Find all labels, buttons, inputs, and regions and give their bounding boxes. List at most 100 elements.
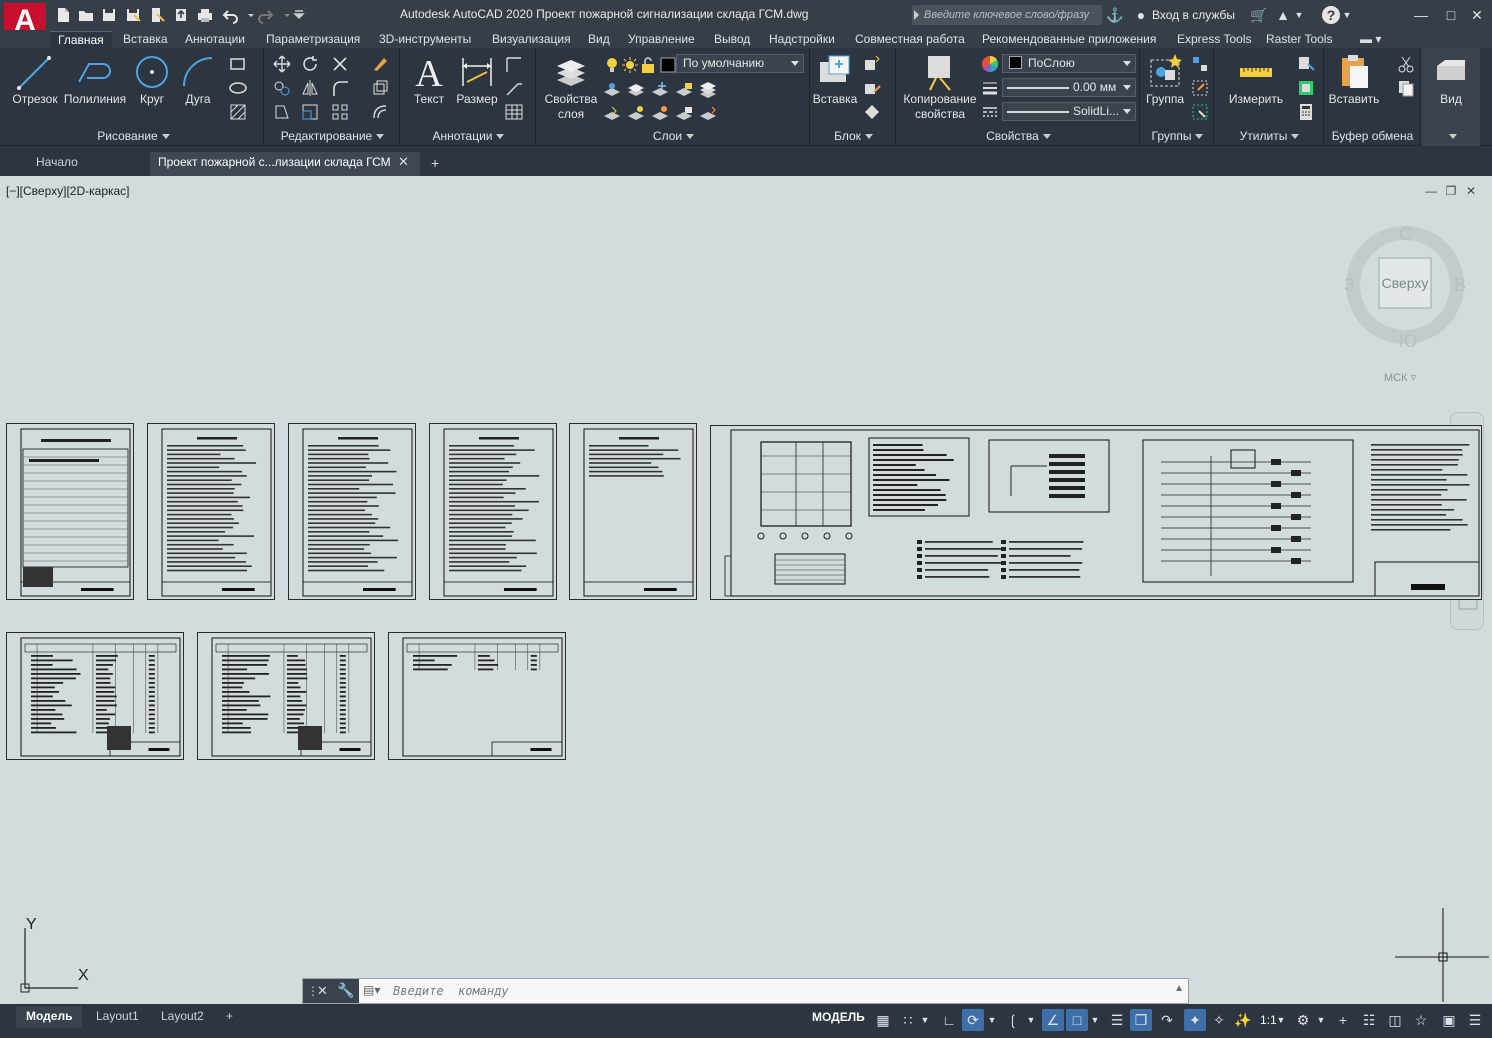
edit-block-icon[interactable] bbox=[862, 78, 882, 98]
close-command-icon[interactable]: ✕ bbox=[317, 983, 328, 999]
new-icon[interactable] bbox=[54, 6, 72, 24]
object-snap-dropdown-icon[interactable]: ▼ bbox=[1088, 1009, 1102, 1031]
panel-layers-title[interactable]: Слои bbox=[538, 128, 809, 144]
stretch-icon[interactable] bbox=[272, 102, 292, 122]
text-tool-button[interactable]: A Текст bbox=[406, 52, 452, 107]
scale-dropdown-icon[interactable]: ▼ bbox=[1274, 1009, 1288, 1031]
auto-scale-icon[interactable]: ✧ bbox=[1208, 1009, 1230, 1031]
compass-north[interactable]: С bbox=[1399, 224, 1412, 245]
view-panel-button[interactable]: Вид bbox=[1424, 52, 1478, 107]
tab-view[interactable]: Вид bbox=[580, 31, 618, 48]
file-tab-current[interactable]: Проект пожарной с...лизации склада ГСМ bbox=[150, 152, 420, 176]
annotation-visibility-icon[interactable]: ✦ bbox=[1184, 1009, 1206, 1031]
signin-button[interactable]: Вход в службы bbox=[1152, 8, 1235, 22]
layer-unlock-icon[interactable] bbox=[638, 55, 654, 73]
help-icon[interactable]: ? bbox=[1322, 6, 1340, 24]
panel-draw-title[interactable]: Рисование bbox=[4, 128, 263, 144]
layer-freeze-icon[interactable] bbox=[650, 80, 670, 100]
add-layout-icon[interactable]: + bbox=[216, 1006, 243, 1028]
undo-dropdown-icon[interactable] bbox=[242, 6, 254, 24]
viewport-restore-icon[interactable]: ❐ bbox=[1444, 185, 1458, 197]
sheet-spec-2[interactable] bbox=[197, 632, 375, 760]
array-icon[interactable] bbox=[330, 102, 350, 122]
user-icon[interactable]: ● bbox=[1132, 6, 1150, 24]
move-icon[interactable] bbox=[272, 54, 292, 74]
tab-express-tools[interactable]: Express Tools bbox=[1169, 31, 1259, 48]
annotation-scale-icon[interactable]: ✨ bbox=[1232, 1009, 1254, 1031]
quick-properties-icon[interactable]: ◫ bbox=[1384, 1009, 1406, 1031]
viewcube-face[interactable]: Сверху bbox=[1379, 275, 1431, 291]
layer-unlock-all-icon[interactable] bbox=[674, 104, 694, 124]
layout-tab-layout2[interactable]: Layout2 bbox=[151, 1006, 214, 1028]
layer-thaw-sun-icon[interactable] bbox=[620, 55, 638, 73]
selection-cycling-icon[interactable]: ↷ bbox=[1156, 1009, 1178, 1031]
command-line-handle[interactable]: ⋮ ✕ 🔧 bbox=[303, 979, 359, 1003]
ungroup-icon[interactable] bbox=[1190, 54, 1210, 74]
copy-clip-icon[interactable] bbox=[1396, 78, 1416, 98]
redo-icon[interactable] bbox=[256, 6, 274, 24]
web-mobile-icon[interactable] bbox=[148, 6, 166, 24]
sheet-3[interactable] bbox=[288, 423, 416, 600]
insert-block-button[interactable]: Вставка bbox=[812, 52, 858, 107]
viewport-minimize-icon[interactable]: — bbox=[1424, 185, 1438, 197]
rotate-icon[interactable] bbox=[300, 54, 320, 74]
tab-featured-apps[interactable]: Рекомендованные приложения bbox=[974, 31, 1164, 48]
current-layer-dropdown[interactable]: По умолчанию bbox=[676, 54, 804, 73]
leader-icon[interactable] bbox=[504, 54, 524, 74]
block-attributes-icon[interactable] bbox=[862, 102, 882, 122]
viewcube[interactable]: Сверху С Ю З В bbox=[1344, 224, 1466, 351]
color-dropdown[interactable]: ПоСлою bbox=[1002, 54, 1136, 73]
tab-output[interactable]: Вывод bbox=[706, 31, 758, 48]
tab-parametric[interactable]: Параметризация bbox=[258, 31, 368, 48]
ellipse-icon[interactable] bbox=[228, 78, 248, 98]
layer-thaw-all-icon[interactable] bbox=[650, 104, 670, 124]
viewport-close-icon[interactable]: ✕ bbox=[1464, 185, 1478, 197]
linetype-dropdown[interactable]: SolidLi... bbox=[1002, 102, 1136, 121]
panel-block-title[interactable]: Блок bbox=[812, 128, 895, 144]
panel-properties-title[interactable]: Свойства bbox=[898, 128, 1139, 144]
cut-icon[interactable] bbox=[1396, 54, 1416, 74]
panel-modify-title[interactable]: Редактирование bbox=[266, 128, 399, 144]
isolate-objects-icon[interactable]: ☆ bbox=[1410, 1009, 1432, 1031]
sheet-4[interactable] bbox=[429, 423, 557, 600]
ucs-menu[interactable]: МСК ▿ bbox=[1384, 371, 1416, 384]
save-icon[interactable] bbox=[100, 6, 118, 24]
group-edit-icon[interactable] bbox=[1190, 78, 1210, 98]
workspace-dropdown-icon[interactable]: ▼ bbox=[1314, 1009, 1328, 1031]
redo-dropdown-icon[interactable] bbox=[278, 6, 290, 24]
search-input[interactable] bbox=[924, 7, 1099, 23]
tab-visualize[interactable]: Визуализация bbox=[484, 31, 579, 48]
erase-icon[interactable] bbox=[370, 54, 390, 74]
maximize-button[interactable]: □ bbox=[1440, 5, 1462, 25]
viewport-controls[interactable]: [−][Сверху][2D-каркас] bbox=[6, 184, 130, 198]
tab-raster-tools[interactable]: Raster Tools bbox=[1258, 31, 1340, 48]
layer-on-bulb-icon[interactable] bbox=[602, 55, 618, 72]
layout-tab-layout1[interactable]: Layout1 bbox=[86, 1006, 149, 1028]
open-icon[interactable] bbox=[77, 6, 95, 24]
recent-commands-icon[interactable]: ▤▾ bbox=[363, 983, 380, 997]
save-as-icon[interactable] bbox=[124, 6, 142, 24]
tab-collaborate[interactable]: Совместная работа bbox=[847, 31, 973, 48]
customize-status-icon[interactable]: ☰ bbox=[1464, 1009, 1486, 1031]
select-all-icon[interactable] bbox=[1296, 78, 1316, 98]
panel-clipboard-title[interactable]: Буфер обмена bbox=[1326, 128, 1419, 144]
layer-walk-icon[interactable] bbox=[698, 104, 718, 124]
compass-east[interactable]: В bbox=[1454, 275, 1466, 296]
tab-annotate[interactable]: Аннотации bbox=[177, 31, 253, 48]
trim-icon[interactable] bbox=[330, 54, 350, 74]
new-tab-icon[interactable]: + bbox=[431, 155, 439, 171]
sheet-2[interactable] bbox=[147, 423, 275, 600]
dimension-tool-button[interactable]: Размер bbox=[452, 52, 502, 107]
measure-button[interactable]: Измерить bbox=[1218, 52, 1294, 107]
object-snap-icon[interactable]: □ bbox=[1066, 1009, 1088, 1031]
model-space-button[interactable]: МОДЕЛЬ bbox=[812, 1010, 865, 1024]
customize-qat-icon[interactable] bbox=[290, 6, 308, 24]
drawing-canvas[interactable]: [−][Сверху][2D-каркас] — ❐ ✕ Сверху С Ю … bbox=[0, 176, 1492, 1002]
tab-manage[interactable]: Управление bbox=[620, 31, 703, 48]
polar-dropdown-icon[interactable]: ▼ bbox=[985, 1009, 999, 1031]
help-dropdown-icon[interactable]: ▼ bbox=[1342, 6, 1352, 24]
paste-button[interactable]: Вставить bbox=[1328, 52, 1380, 107]
minimize-button[interactable]: — bbox=[1410, 5, 1432, 25]
linetype-icon[interactable] bbox=[980, 102, 1000, 122]
panel-annotation-title[interactable]: Аннотации bbox=[402, 128, 535, 144]
